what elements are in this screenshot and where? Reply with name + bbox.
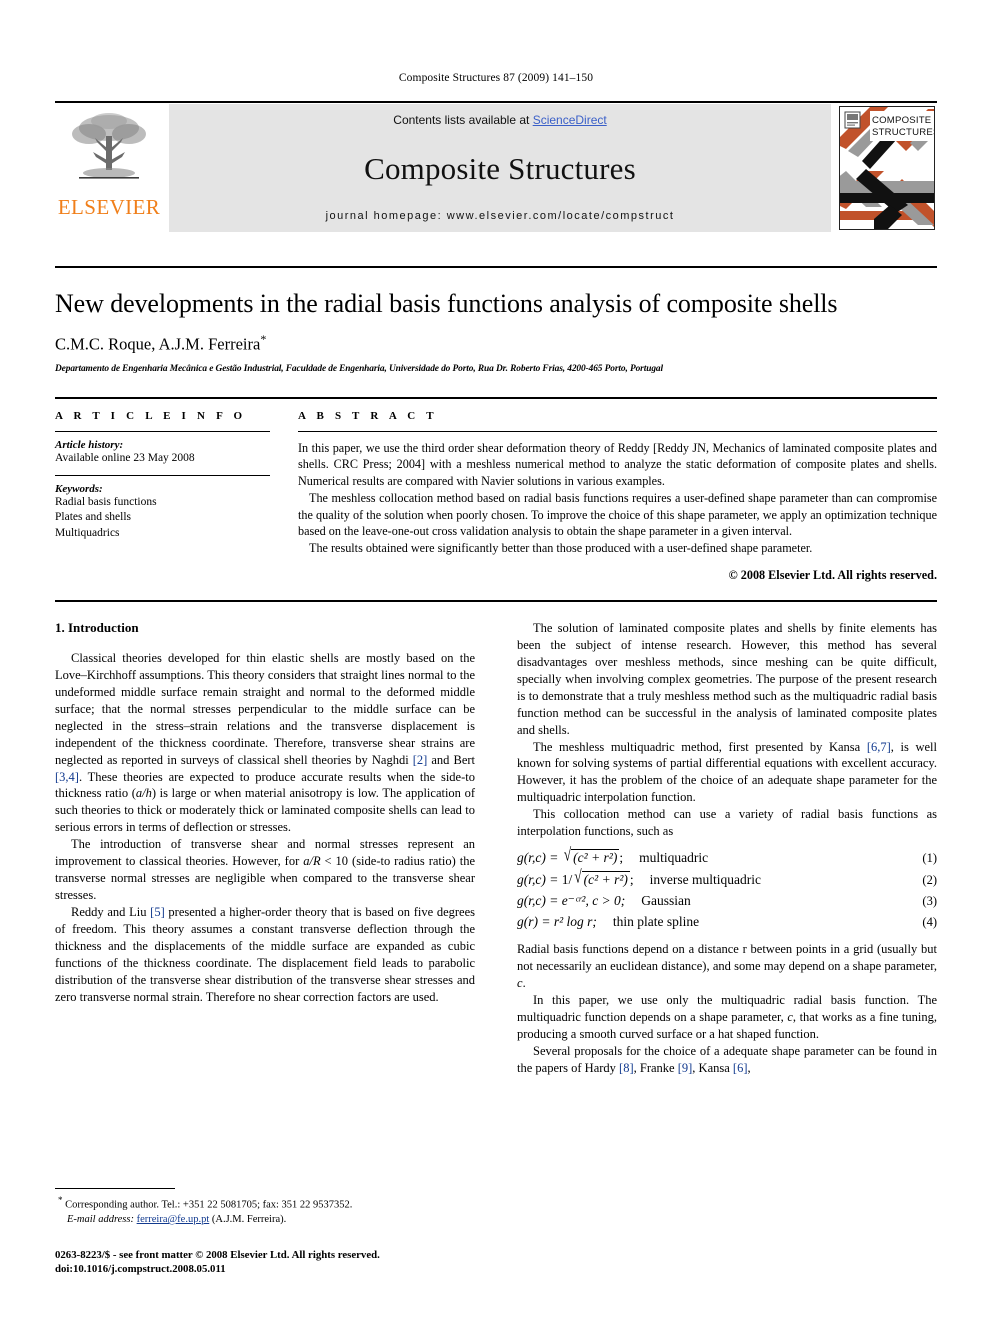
article-history-label: Article history: [55,438,124,451]
equation-expression: g(r) = r² log r; thin plate spline [517,914,700,930]
equation-label: Gaussian [641,893,691,909]
paper-page: Composite Structures 87 (2009) 141–150 E… [0,0,992,1323]
issn-front-matter: 0263-8223/$ - see front matter © 2008 El… [55,1248,380,1261]
equation-number: (4) [922,915,937,930]
abstract-paragraph: The meshless collocation method based on… [298,490,937,539]
math-variable: c [787,1009,793,1024]
citation-reference[interactable]: [9] [678,1061,693,1075]
left-paragraph-container: Classical theories developed for thin el… [55,650,475,1006]
footnote-star-icon: * [58,1194,63,1205]
equation-expression: g(r,c) = e⁻ᶜʳ², c > 0; Gaussian [517,893,691,909]
abstract-column: A B S T R A C T In this paper, we use th… [298,410,937,583]
keywords-list: Radial basis functions Plates and shells… [55,495,270,541]
equation-row: g(r) = r² log r; thin plate spline (4) [517,914,937,930]
elsevier-logo: ELSEVIER [55,104,163,232]
journal-banner: Contents lists available at ScienceDirec… [169,104,831,232]
running-head: Composite Structures 87 (2009) 141–150 [398,72,594,84]
journal-title: Composite Structures [364,150,636,186]
keyword-item: Plates and shells [55,511,132,524]
body-paragraph: The solution of laminated composite plat… [517,620,937,737]
citation-reference[interactable]: [3,4] [55,770,79,784]
elsevier-wordmark: ELSEVIER [57,195,161,219]
equation-row: g(r,c) = e⁻ᶜʳ², c > 0; Gaussian (3) [517,893,937,909]
citation-reference[interactable]: [2] [413,753,428,767]
citation-reference[interactable]: [6] [733,1061,748,1075]
body-paragraph: Several proposals for the choice of a ad… [517,1043,937,1075]
author-list: C.M.C. Roque, A.J.M. Ferreira* [55,332,937,355]
equation-label: multiquadric [639,850,709,866]
article-info-divider-1 [55,430,270,432]
equation-label: thin plate spline [612,914,700,930]
footnote-email-suffix: (A.J.M. Ferreira). [211,1213,287,1225]
equation-label: inverse multiquadric [649,872,761,888]
section-title-introduction: 1. Introduction [55,619,139,635]
svg-text:COMPOSITE: COMPOSITE [872,115,931,126]
corresponding-author-marker: * [260,332,267,347]
equation-number: (3) [922,894,937,909]
body-paragraph: Radial basis functions depend on a dista… [517,942,937,991]
right-paragraph-container-bottom: Radial basis functions depend on a dista… [517,941,937,1077]
body-column-right: The solution of laminated composite plat… [517,620,937,1077]
equation-row: g(r,c) = 1/√ (c² + r²); inverse multiquadr… [517,866,937,888]
equation-number: (1) [922,851,937,866]
right-paragraph-container-top: The solution of laminated composite plat… [517,620,937,840]
article-info-heading: A R T I C L E I N F O [55,409,247,422]
abstract-heading: A B S T R A C T [298,409,438,422]
body-divider [55,599,937,602]
math-variable: a/h [135,786,152,801]
sciencedirect-link[interactable]: ScienceDirect [533,113,607,127]
cover-artwork: COMPOSITE STRUCTURES [840,107,934,229]
equation-list: g(r,c) = √ (c² + r²); multiquadric (1) g(r,c… [517,844,937,930]
contents-lists-text: Contents lists available at [393,113,533,127]
body-paragraph: Reddy and Liu [5] presented a higher-ord… [55,905,475,1004]
page-title: New developments in the radial basis fun… [55,289,838,318]
math-variable: a/R [303,854,321,869]
svg-text:STRUCTURES: STRUCTURES [872,127,934,138]
body-paragraph: The introduction of transverse shear and… [55,837,475,903]
footnote-rule [55,1187,175,1189]
body-paragraph: The meshless multiquadric method, first … [517,739,937,805]
body-paragraph: In this paper, we use only the multiquad… [517,992,938,1041]
footnote-corresponding-author: * Corresponding author. Tel.: +351 22 50… [55,1194,475,1228]
title-divider [55,266,937,268]
abstract-paragraph: The results obtained were significantly … [309,541,813,556]
abstract-divider [298,430,937,432]
article-info-divider-2 [55,474,270,476]
journal-homepage-line[interactable]: journal homepage: www.elsevier.com/locat… [326,210,675,222]
body-paragraph: Classical theories developed for thin el… [55,650,475,835]
journal-cover-thumbnail: COMPOSITE STRUCTURES [839,106,935,230]
equation-row: g(r,c) = √ (c² + r²); multiquadric (1) [517,844,937,866]
equation-expression: g(r,c) = 1/√ (c² + r²); inverse multiquadr… [517,866,761,888]
doi-line: doi:10.1016/j.compstruct.2008.05.011 [55,1263,226,1276]
abstract-copyright: © 2008 Elsevier Ltd. All rights reserved… [728,567,937,582]
body-columns: 1. Introduction Classical theories devel… [55,620,937,1077]
info-abstract-block: A R T I C L E I N F O Article history: A… [55,396,937,583]
journal-cover-block: COMPOSITE STRUCTURES [837,104,937,232]
equation-number: (2) [922,873,937,888]
citation-reference[interactable]: [5] [150,905,165,919]
keyword-item: Multiquadrics [55,526,120,539]
contents-lists-line: Contents lists available at ScienceDirec… [393,113,606,127]
equation-expression: g(r,c) = √ (c² + r²); multiquadric [517,844,709,866]
article-history-value: Available online 23 May 2008 [55,451,195,464]
keywords-label: Keywords: [55,482,103,495]
body-paragraph: This collocation method can use a variet… [517,807,937,839]
affiliation: Departamento de Engenharia Mecânica e Ge… [55,363,664,374]
article-info-column: A R T I C L E I N F O Article history: A… [55,410,298,583]
footnote-corresponding-text: Corresponding author. Tel.: +351 22 5081… [65,1199,353,1211]
issn-block: 0263-8223/$ - see front matter © 2008 El… [55,1248,475,1277]
footnote-email-label: E-mail address: [67,1213,134,1225]
footnote-zone: * Corresponding author. Tel.: +351 22 50… [55,1187,475,1277]
math-variable: c [517,976,523,991]
author-names: C.M.C. Roque, A.J.M. Ferreira [55,334,261,354]
elsevier-tree-icon [72,113,146,179]
body-column-left: 1. Introduction Classical theories devel… [55,620,475,1077]
citation-reference[interactable]: [8] [619,1061,634,1075]
keyword-item: Radial basis functions [55,495,157,508]
footnote-email-link[interactable]: ferreira@fe.up.pt [137,1214,210,1225]
journal-masthead: ELSEVIER Contents lists available at Sci… [55,101,937,232]
abstract-paragraph: In this paper, we use the third order sh… [298,440,937,489]
citation-reference[interactable]: [6,7] [867,740,891,754]
